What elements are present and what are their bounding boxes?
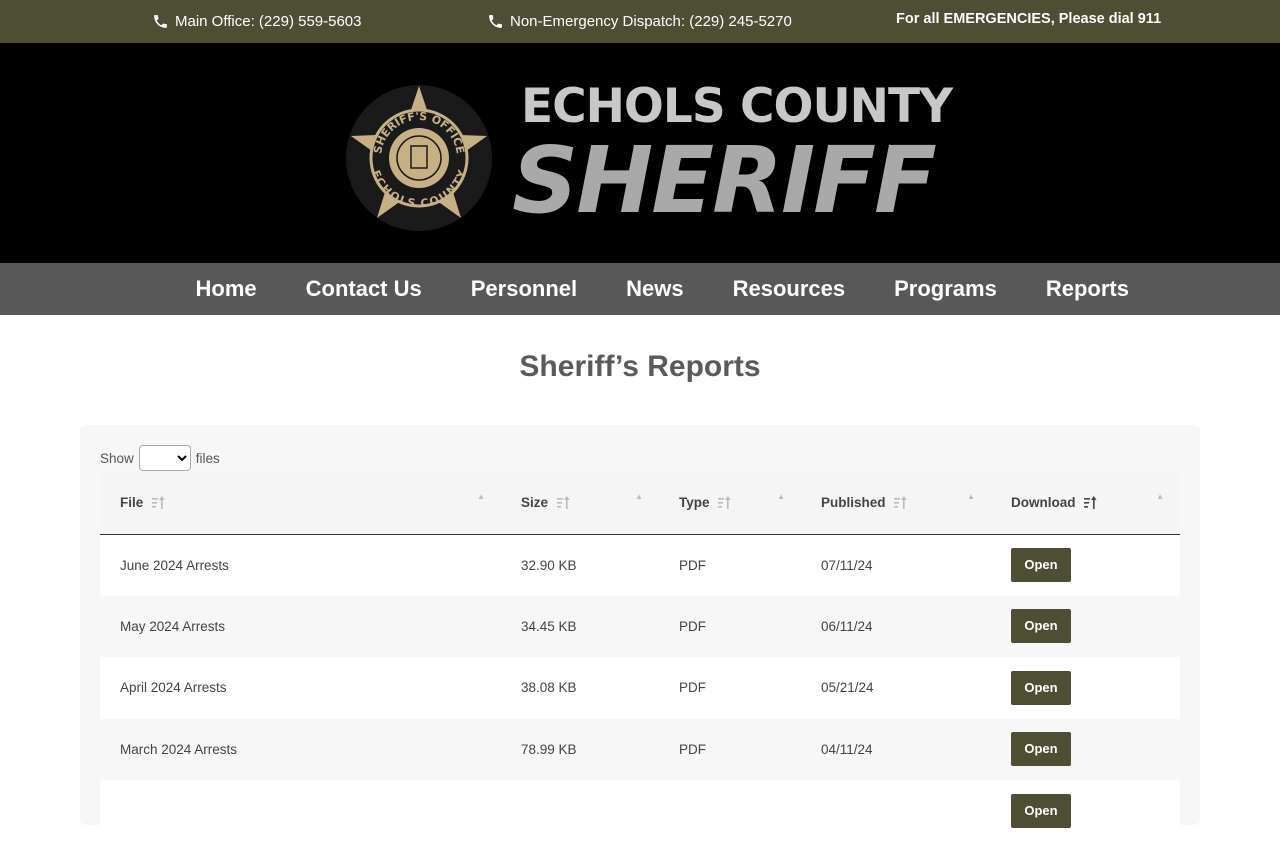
column-header-type[interactable]: Type ▲ bbox=[659, 472, 801, 535]
table-header-row: File ▲ Size ▲ Type ▲ Published ▲ Downloa… bbox=[100, 472, 1180, 535]
cell-published: 04/11/24 bbox=[821, 741, 873, 757]
page-length-select[interactable] bbox=[138, 445, 191, 471]
sort-caret-icon: ▲ bbox=[967, 492, 975, 501]
sort-icon bbox=[894, 495, 907, 509]
cell-type: PDF bbox=[679, 618, 706, 634]
cell-type: PDF bbox=[679, 557, 706, 573]
nav-item-reports[interactable]: Reports bbox=[1021, 263, 1153, 315]
sort-icon bbox=[152, 495, 165, 509]
cell-download: Open bbox=[991, 719, 1180, 781]
column-label: Download bbox=[1011, 495, 1076, 511]
cell-size: 32.90 KB bbox=[521, 557, 577, 573]
files-label: files bbox=[195, 450, 220, 466]
open-button[interactable]: Open bbox=[1011, 670, 1071, 705]
column-label: File bbox=[120, 495, 144, 511]
sort-caret-icon: ▲ bbox=[1156, 492, 1164, 501]
nav-item-resources[interactable]: Resources bbox=[708, 263, 870, 315]
sort-icon bbox=[718, 495, 731, 509]
cell-published bbox=[801, 780, 991, 842]
column-header-download[interactable]: Download ▲ bbox=[991, 472, 1180, 535]
top-contact-bar: Main Office: (229) 559-5603 Non-Emergenc… bbox=[0, 0, 1280, 43]
show-label: Show bbox=[100, 450, 134, 466]
cell-file: June 2024 Arrests bbox=[120, 557, 229, 573]
page-title: Sheriff’s Reports bbox=[519, 350, 761, 383]
sheriff-badge-logo[interactable]: SHERIFF'S OFFICE ECHOLS COUNTY bbox=[345, 84, 493, 232]
phone-icon bbox=[154, 15, 167, 28]
cell-download: Open bbox=[991, 657, 1180, 719]
cell-type bbox=[659, 780, 801, 842]
table-row: June 2024 Arrests 32.90 KB PDF 07/11/24 … bbox=[100, 534, 1180, 596]
site-header: SHERIFF'S OFFICE ECHOLS COUNTY ECHOLS CO… bbox=[0, 43, 1280, 263]
column-header-published[interactable]: Published ▲ bbox=[801, 472, 991, 535]
cell-download: Open bbox=[991, 534, 1180, 596]
open-button[interactable]: Open bbox=[1011, 793, 1071, 828]
table-row: April 2024 Arrests 38.08 KB PDF 05/21/24… bbox=[100, 657, 1180, 719]
main-nav: Home Contact Us Personnel News Resources… bbox=[0, 263, 1280, 315]
reports-panel: Show files File ▲ Size ▲ Type ▲ Publishe… bbox=[80, 425, 1200, 842]
column-header-file[interactable]: File ▲ bbox=[100, 472, 501, 535]
emergency-notice: For all EMERGENCIES, Please dial 911 bbox=[896, 10, 1162, 27]
nav-item-contact-us[interactable]: Contact Us bbox=[281, 263, 446, 315]
cell-file bbox=[100, 780, 501, 842]
sort-caret-icon: ▲ bbox=[477, 492, 485, 501]
cell-type: PDF bbox=[679, 741, 706, 757]
dispatch-text: Non-Emergency Dispatch: (229) 245-5270 bbox=[510, 13, 792, 30]
cell-size bbox=[501, 780, 659, 842]
cell-size: 38.08 KB bbox=[521, 680, 577, 696]
table-row: March 2024 Arrests 78.99 KB PDF 04/11/24… bbox=[100, 718, 1180, 781]
reports-table: File ▲ Size ▲ Type ▲ Published ▲ Downloa… bbox=[100, 472, 1180, 842]
main-office-text: Main Office: (229) 559-5603 bbox=[175, 13, 362, 30]
cell-size: 78.99 KB bbox=[521, 741, 577, 757]
nav-item-home[interactable]: Home bbox=[171, 263, 281, 315]
cell-file: May 2024 Arrests bbox=[120, 618, 226, 634]
nav-item-news[interactable]: News bbox=[602, 263, 708, 315]
cell-published: 07/11/24 bbox=[821, 557, 873, 573]
main-office-phone[interactable]: Main Office: (229) 559-5603 bbox=[152, 0, 362, 43]
cell-file: March 2024 Arrests bbox=[120, 741, 238, 757]
cell-download: Open bbox=[991, 596, 1180, 658]
cell-size: 34.45 KB bbox=[521, 618, 577, 634]
nav-item-personnel[interactable]: Personnel bbox=[446, 263, 601, 315]
table-row: Open bbox=[100, 780, 1180, 842]
cell-type: PDF bbox=[679, 680, 706, 696]
page-length-control: Show files bbox=[100, 445, 220, 471]
sort-active-icon bbox=[1084, 495, 1097, 509]
column-label: Size bbox=[521, 495, 549, 511]
open-button[interactable]: Open bbox=[1011, 732, 1071, 767]
column-label: Published bbox=[821, 495, 886, 511]
sort-icon bbox=[556, 495, 570, 509]
column-label: Type bbox=[679, 495, 710, 511]
table-row: May 2024 Arrests 34.45 KB PDF 06/11/24 O… bbox=[100, 595, 1180, 658]
open-button[interactable]: Open bbox=[1011, 609, 1071, 644]
cell-published: 05/21/24 bbox=[821, 680, 874, 696]
cell-download: Open bbox=[991, 780, 1180, 842]
sort-caret-icon: ▲ bbox=[777, 492, 785, 501]
dispatch-phone[interactable]: Non-Emergency Dispatch: (229) 245-5270 bbox=[487, 0, 792, 43]
nav-item-programs[interactable]: Programs bbox=[870, 263, 1022, 315]
sort-caret-icon: ▲ bbox=[635, 492, 643, 501]
cell-file: April 2024 Arrests bbox=[120, 680, 227, 696]
open-button[interactable]: Open bbox=[1011, 548, 1071, 582]
column-header-size[interactable]: Size ▲ bbox=[501, 472, 659, 535]
phone-icon bbox=[489, 15, 502, 28]
logo-sheriff-text: SHERIFF bbox=[512, 127, 937, 234]
cell-published: 06/11/24 bbox=[821, 618, 873, 634]
